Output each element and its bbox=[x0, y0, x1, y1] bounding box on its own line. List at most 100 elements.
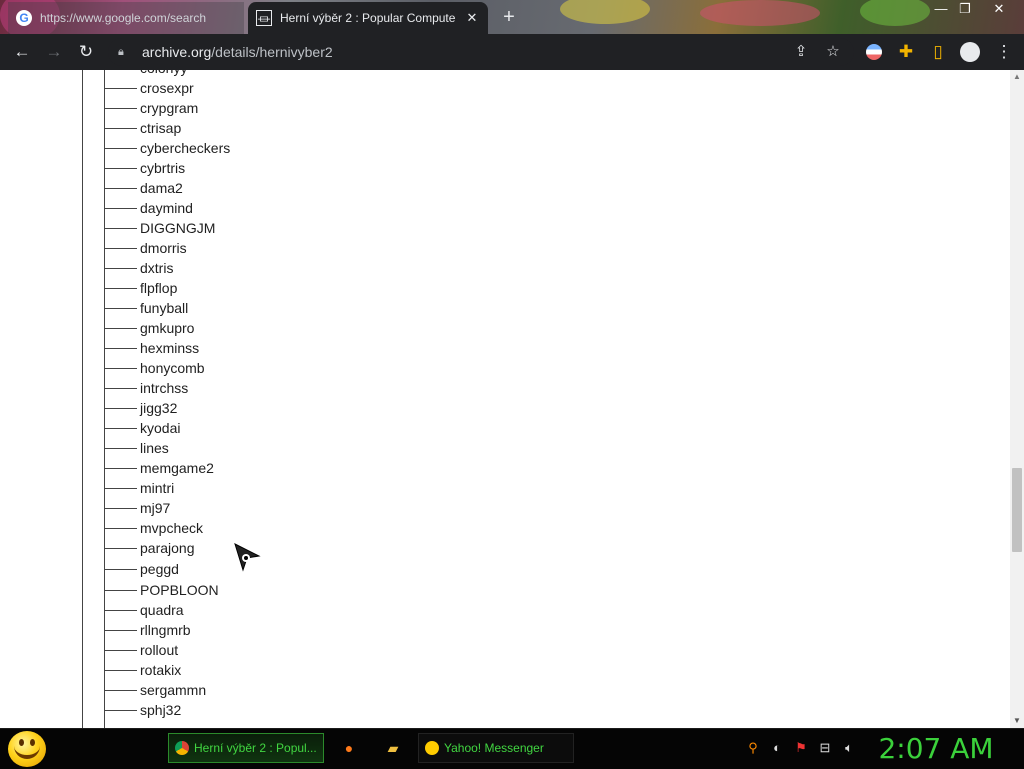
close-tab-icon[interactable]: ✕ bbox=[464, 10, 480, 26]
search-icon[interactable]: ⚲ bbox=[744, 739, 762, 757]
tree-item[interactable]: kyodai bbox=[0, 418, 600, 438]
side-panel-icon[interactable]: ▯ bbox=[924, 38, 952, 66]
tree-item-label[interactable]: sergammn bbox=[140, 682, 206, 698]
tree-item-label[interactable]: cybrtris bbox=[140, 160, 185, 176]
new-tab-button[interactable]: + bbox=[498, 6, 520, 28]
tree-item[interactable]: daymind bbox=[0, 198, 600, 218]
tree-item-label[interactable]: flpflop bbox=[140, 280, 177, 296]
tree-item[interactable]: flpflop bbox=[0, 278, 600, 298]
tree-item-label[interactable]: mintri bbox=[140, 480, 174, 496]
scroll-up-arrow-icon[interactable]: ▲ bbox=[1010, 70, 1024, 84]
share-icon[interactable]: ⇪ bbox=[788, 38, 814, 66]
network-icon[interactable]: ⊟ bbox=[816, 739, 834, 757]
tree-item[interactable]: gmkupro bbox=[0, 318, 600, 338]
scrollbar-thumb[interactable] bbox=[1012, 468, 1022, 552]
tree-item[interactable]: rotakix bbox=[0, 660, 600, 680]
address-bar[interactable]: 🔒︎ archive.org/details/hernivyber2 ⇪ ☆ bbox=[108, 38, 854, 66]
tree-item[interactable]: crypgram bbox=[0, 98, 600, 118]
tree-item-label[interactable]: jigg32 bbox=[140, 400, 177, 416]
tree-item[interactable]: jigg32 bbox=[0, 398, 600, 418]
tree-item-label[interactable]: funyball bbox=[140, 300, 188, 316]
tree-item[interactable]: sphj32 bbox=[0, 700, 600, 720]
tree-item-label[interactable]: honycomb bbox=[140, 360, 205, 376]
tree-item-label[interactable]: rllngmrb bbox=[140, 622, 191, 638]
tree-item-label[interactable]: gmkupro bbox=[140, 320, 194, 336]
account-avatar-icon[interactable] bbox=[956, 38, 984, 66]
tree-item-label[interactable]: dxtris bbox=[140, 260, 173, 276]
close-window-icon[interactable]: ✕ bbox=[984, 0, 1014, 20]
tree-item-label[interactable]: intrchss bbox=[140, 380, 188, 396]
tree-item[interactable]: dama2 bbox=[0, 178, 600, 198]
tree-item-label[interactable]: memgame2 bbox=[140, 460, 214, 476]
tree-item[interactable]: cybercheckers bbox=[0, 138, 600, 158]
tree-item[interactable]: rollout bbox=[0, 640, 600, 660]
tree-item-label[interactable]: ctrisap bbox=[140, 120, 181, 136]
restore-icon[interactable]: ❐ bbox=[950, 0, 980, 20]
tree-item[interactable]: dmorris bbox=[0, 238, 600, 258]
start-button-smiley-icon[interactable] bbox=[8, 731, 46, 767]
tree-item-label[interactable]: crypgram bbox=[140, 100, 198, 116]
vertical-scrollbar[interactable]: ▲ ▼ bbox=[1010, 70, 1024, 728]
tree-item-label[interactable]: parajong bbox=[140, 540, 195, 556]
tree-item[interactable]: POPBLOON bbox=[0, 580, 600, 600]
tree-item[interactable]: peggd bbox=[0, 559, 600, 579]
tree-item[interactable]: colonyy bbox=[0, 70, 600, 78]
menu-kebab-icon[interactable]: ⋮ bbox=[990, 38, 1018, 66]
tree-item[interactable]: quadra bbox=[0, 600, 600, 620]
reload-icon[interactable]: ↻ bbox=[72, 38, 100, 66]
tree-item-label[interactable]: quadra bbox=[140, 602, 184, 618]
tree-item[interactable]: lines bbox=[0, 438, 600, 458]
messenger-status-icon[interactable]: ◐ bbox=[768, 739, 786, 757]
tree-item-label[interactable]: sphj32 bbox=[140, 702, 181, 718]
taskbar-item-chrome[interactable]: Herní výběr 2 : Popul... bbox=[168, 733, 324, 763]
tree-item-label[interactable]: crosexpr bbox=[140, 80, 194, 96]
profile-flag-icon[interactable] bbox=[860, 38, 888, 66]
tree-item-label[interactable]: dama2 bbox=[140, 180, 183, 196]
tree-item[interactable]: hexminss bbox=[0, 338, 600, 358]
action-center-flag-icon[interactable]: ⚑ bbox=[792, 739, 810, 757]
tree-item-label[interactable]: kyodai bbox=[140, 420, 180, 436]
tree-item-label[interactable]: peggd bbox=[140, 561, 179, 577]
tree-item[interactable]: cybrtris bbox=[0, 158, 600, 178]
tree-item[interactable]: funyball bbox=[0, 298, 600, 318]
forward-arrow-icon[interactable]: → bbox=[40, 38, 68, 66]
tree-item[interactable]: memgame2 bbox=[0, 458, 600, 478]
tree-item-label[interactable]: DIGGNGJM bbox=[140, 220, 215, 236]
taskbar-item-yahoo-messenger[interactable]: Yahoo! Messenger bbox=[418, 733, 574, 763]
tree-item-label[interactable]: dmorris bbox=[140, 240, 187, 256]
tab-archive-active[interactable]: ⏛ Herní výběr 2 : Popular Compute ✕ bbox=[248, 2, 488, 34]
extensions-puzzle-icon[interactable]: ✚ bbox=[892, 38, 920, 66]
folder-icon[interactable]: ▰ bbox=[382, 737, 404, 759]
tree-item-label[interactable]: POPBLOON bbox=[140, 582, 219, 598]
tree-item[interactable]: rllngmrb bbox=[0, 620, 600, 640]
back-arrow-icon[interactable]: ← bbox=[8, 38, 36, 66]
tree-item[interactable]: crosexpr bbox=[0, 78, 600, 98]
tree-item[interactable]: ctrisap bbox=[0, 118, 600, 138]
lock-icon[interactable]: 🔒︎ bbox=[118, 46, 132, 59]
tree-item[interactable]: parajong bbox=[0, 538, 600, 558]
tree-item-label[interactable]: lines bbox=[140, 440, 169, 456]
tree-item-label[interactable]: rollout bbox=[140, 642, 178, 658]
tree-item[interactable]: mj97 bbox=[0, 498, 600, 518]
url-text[interactable]: archive.org/details/hernivyber2 bbox=[142, 44, 333, 60]
volume-icon[interactable]: 🔈︎ bbox=[840, 739, 858, 757]
tab-google-search[interactable]: G https://www.google.com/search bbox=[8, 2, 244, 34]
tree-item[interactable]: mvpcheck bbox=[0, 518, 600, 538]
bookmark-star-icon[interactable]: ☆ bbox=[820, 38, 846, 66]
clock[interactable]: 2:07 AM bbox=[874, 731, 998, 767]
tree-item-label[interactable]: mj97 bbox=[140, 500, 170, 516]
tree-item[interactable]: intrchss bbox=[0, 378, 600, 398]
tree-item-label[interactable]: cybercheckers bbox=[140, 140, 230, 156]
firefox-icon[interactable]: ● bbox=[338, 737, 360, 759]
tree-item-label[interactable]: mvpcheck bbox=[140, 520, 203, 536]
tree-item[interactable]: mintri bbox=[0, 478, 600, 498]
tree-item[interactable]: sergammn bbox=[0, 680, 600, 700]
tree-item[interactable]: DIGGNGJM bbox=[0, 218, 600, 238]
tree-item-label[interactable]: rotakix bbox=[140, 662, 181, 678]
tree-item[interactable]: honycomb bbox=[0, 358, 600, 378]
tree-item-label[interactable]: daymind bbox=[140, 200, 193, 216]
scroll-down-arrow-icon[interactable]: ▼ bbox=[1010, 714, 1024, 728]
tree-item[interactable]: dxtris bbox=[0, 258, 600, 278]
tree-item-label[interactable]: hexminss bbox=[140, 340, 199, 356]
tree-item-label[interactable]: colonyy bbox=[140, 70, 187, 76]
